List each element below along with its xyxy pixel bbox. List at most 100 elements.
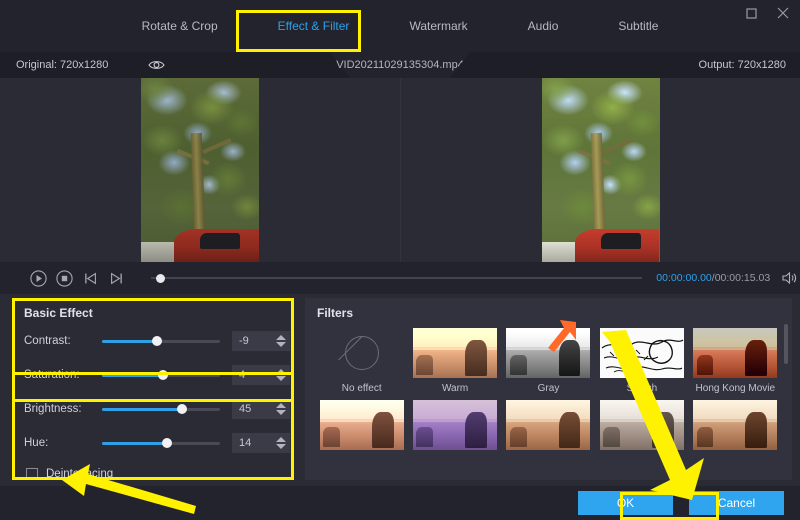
filters-grid: No effect Warm Gray Sketch Hong Kong Mov…: [319, 328, 778, 455]
stepper-up-icon[interactable]: [276, 369, 286, 374]
hue-value-field[interactable]: 14: [232, 433, 290, 453]
original-preview-pane: [0, 78, 400, 262]
road-shape: [141, 241, 177, 262]
brightness-value-field[interactable]: 45: [232, 399, 290, 419]
basic-effect-title: Basic Effect: [24, 306, 93, 320]
filter-label: Warm: [441, 383, 469, 394]
filter-thumbnail: [506, 328, 591, 378]
stepper-down-icon[interactable]: [276, 342, 286, 347]
tab-bar: Rotate & Crop Effect & Filter Watermark …: [0, 0, 800, 52]
tab-label: Subtitle: [618, 19, 659, 33]
filter-label: Hong Kong Movie: [695, 383, 776, 394]
deinterlacing-checkbox[interactable]: [26, 468, 38, 480]
scene-preview: [693, 328, 778, 378]
original-video-frame: [141, 78, 259, 262]
deinterlacing-label: Deinterlacing: [46, 468, 114, 480]
stepper-arrows: [276, 331, 286, 351]
scrubber-handle[interactable]: [156, 273, 166, 283]
deinterlacing-checkbox-row[interactable]: Deinterlacing: [26, 468, 297, 480]
stepper-up-icon[interactable]: [276, 335, 286, 340]
tab-rotate-crop[interactable]: Rotate & Crop: [112, 0, 248, 52]
filter-thumbnail: [693, 400, 778, 450]
filter-label: No effect: [341, 383, 382, 394]
close-icon[interactable]: [772, 2, 794, 24]
slider-fill: [102, 407, 183, 411]
filter-item-10[interactable]: [693, 400, 778, 455]
tab-effect-filter[interactable]: Effect & Filter: [248, 0, 380, 52]
eye-icon[interactable]: [146, 55, 166, 75]
contrast-slider[interactable]: [102, 334, 220, 348]
slider-fill: [102, 373, 164, 377]
contrast-value-field[interactable]: -9: [232, 331, 290, 351]
slider-fill: [102, 441, 167, 445]
no-effect-symbol: [344, 336, 379, 370]
stepper-arrows: [276, 399, 286, 419]
filter-item-gray[interactable]: Gray: [506, 328, 591, 394]
stepper-down-icon[interactable]: [276, 444, 286, 449]
scene-preview: [599, 328, 684, 378]
saturation-slider-row: Saturation: 4: [12, 362, 297, 388]
stepper-down-icon[interactable]: [276, 410, 286, 415]
slider-handle[interactable]: [177, 404, 188, 414]
play-icon[interactable]: [26, 265, 52, 291]
preview-area: [0, 78, 800, 262]
tab-label: Effect & Filter: [277, 19, 350, 33]
filter-thumbnail: [506, 400, 591, 450]
saturation-slider[interactable]: [102, 368, 220, 382]
stepper-arrows: [276, 365, 286, 385]
volume-icon[interactable]: [780, 268, 800, 288]
saturation-value-field[interactable]: 4: [232, 365, 290, 385]
basic-effect-panel: Basic Effect Contrast: -9 Saturation: 4 …: [12, 298, 297, 514]
scene-preview: [319, 400, 404, 450]
cancel-button[interactable]: Cancel: [689, 491, 784, 515]
filter-item-no-effect[interactable]: No effect: [319, 328, 404, 394]
playback-scrubber[interactable]: [151, 271, 643, 285]
slider-fill: [102, 339, 158, 343]
road-shape: [541, 241, 577, 262]
tab-label: Rotate & Crop: [141, 19, 218, 33]
output-info-panel: Output: 720x1280: [450, 52, 800, 78]
tab-subtitle[interactable]: Subtitle: [588, 0, 688, 52]
maximize-icon[interactable]: [740, 2, 762, 24]
filters-scrollbar[interactable]: [784, 324, 788, 364]
hue-label: Hue:: [24, 437, 49, 449]
stepper-up-icon[interactable]: [276, 403, 286, 408]
tab-audio[interactable]: Audio: [498, 0, 589, 52]
tab-watermark[interactable]: Watermark: [379, 0, 497, 52]
stop-icon[interactable]: [52, 265, 78, 291]
scene-preview: [693, 400, 778, 450]
brightness-slider[interactable]: [102, 402, 220, 416]
ok-button[interactable]: OK: [578, 491, 673, 515]
filter-item-6[interactable]: [319, 400, 404, 455]
car-window-shape: [200, 232, 241, 250]
slider-handle[interactable]: [152, 336, 163, 346]
player-control-bar: 00:00:00.00/00:00:15.03: [0, 262, 800, 294]
saturation-value: 4: [239, 369, 246, 381]
tab-list: Rotate & Crop Effect & Filter Watermark …: [112, 0, 689, 52]
next-frame-icon[interactable]: [103, 265, 129, 291]
contrast-value: -9: [239, 335, 249, 347]
slider-handle[interactable]: [161, 438, 172, 448]
filter-item-7[interactable]: [412, 400, 498, 455]
original-resolution-label: Original: 720x1280: [16, 59, 109, 71]
filter-item-9[interactable]: [599, 400, 684, 455]
filter-item-hong-kong-movie[interactable]: Hong Kong Movie: [693, 328, 778, 394]
hue-slider-row: Hue: 14: [12, 430, 297, 456]
hue-slider[interactable]: [102, 436, 220, 450]
filters-title: Filters: [317, 306, 354, 320]
contrast-slider-row: Contrast: -9: [12, 328, 297, 354]
filter-item-8[interactable]: [506, 400, 591, 455]
output-preview-pane: [400, 78, 800, 262]
previous-frame-icon[interactable]: [78, 265, 104, 291]
stepper-down-icon[interactable]: [276, 376, 286, 381]
filter-item-sketch[interactable]: Sketch: [599, 328, 684, 394]
dialog-footer: OK Cancel: [0, 486, 800, 520]
total-time-label: 00:00:15.03: [714, 272, 771, 284]
filter-item-warm[interactable]: Warm: [412, 328, 498, 394]
brightness-slider-row: Brightness: 45: [12, 396, 297, 422]
filter-label: Sketch: [626, 383, 658, 394]
no-effect-icon: [320, 328, 404, 378]
output-video-frame: [541, 78, 660, 262]
slider-handle[interactable]: [158, 370, 169, 380]
stepper-up-icon[interactable]: [276, 437, 286, 442]
